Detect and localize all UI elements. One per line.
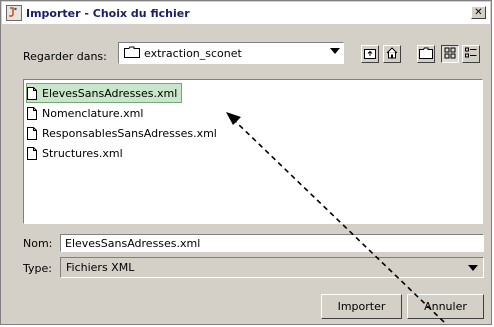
home-button[interactable] xyxy=(383,45,401,63)
filetype-value: Fichiers XML xyxy=(66,261,135,274)
list-view-icon xyxy=(444,47,456,62)
list-item[interactable]: ResponsablesSansAdresses.xml xyxy=(27,124,217,142)
title-bar[interactable]: Importer - Choix du fichier ✕ xyxy=(2,2,490,24)
document-icon xyxy=(27,146,37,160)
home-icon xyxy=(386,46,398,62)
details-view-button[interactable] xyxy=(462,45,480,63)
document-icon xyxy=(27,106,37,120)
filename-input[interactable]: ElevesSansAdresses.xml xyxy=(60,234,484,252)
cancel-button[interactable]: Annuler xyxy=(407,294,484,319)
chevron-down-icon[interactable] xyxy=(468,265,478,271)
look-in-combo[interactable]: extraction_sconet xyxy=(118,42,344,64)
document-icon xyxy=(27,86,37,100)
file-chooser-dialog: Importer - Choix du fichier ✕ Regarder d… xyxy=(0,0,492,325)
details-view-icon xyxy=(465,47,477,62)
filename-label: Nom: xyxy=(23,237,53,250)
folder-icon xyxy=(124,46,140,61)
file-name: Nomenclature.xml xyxy=(42,106,144,120)
look-in-value: extraction_sconet xyxy=(144,46,242,60)
java-app-icon xyxy=(6,5,22,21)
list-item[interactable]: ElevesSansAdresses.xml xyxy=(25,83,183,103)
file-name: ResponsablesSansAdresses.xml xyxy=(42,126,217,140)
new-folder-icon xyxy=(419,47,433,62)
close-button[interactable]: ✕ xyxy=(471,6,486,19)
new-folder-button[interactable] xyxy=(417,45,435,63)
look-in-label: Regarder dans: xyxy=(23,50,107,63)
import-button[interactable]: Importer xyxy=(321,294,402,319)
list-item[interactable]: Nomenclature.xml xyxy=(27,104,143,122)
filetype-label: Type: xyxy=(23,262,52,275)
up-folder-button[interactable] xyxy=(361,45,379,63)
chevron-down-icon[interactable] xyxy=(330,48,340,54)
file-name: Structures.xml xyxy=(42,146,123,160)
document-icon xyxy=(27,126,37,140)
window-title: Importer - Choix du fichier xyxy=(26,6,190,20)
up-folder-icon xyxy=(364,47,376,62)
list-view-button[interactable] xyxy=(441,45,459,63)
file-list[interactable]: ElevesSansAdresses.xml Nomenclature.xml … xyxy=(23,79,483,224)
file-name: ElevesSansAdresses.xml xyxy=(42,86,178,100)
filename-value: ElevesSansAdresses.xml xyxy=(65,236,201,250)
list-item[interactable]: Structures.xml xyxy=(27,144,123,162)
filetype-combo[interactable]: Fichiers XML xyxy=(60,257,484,278)
